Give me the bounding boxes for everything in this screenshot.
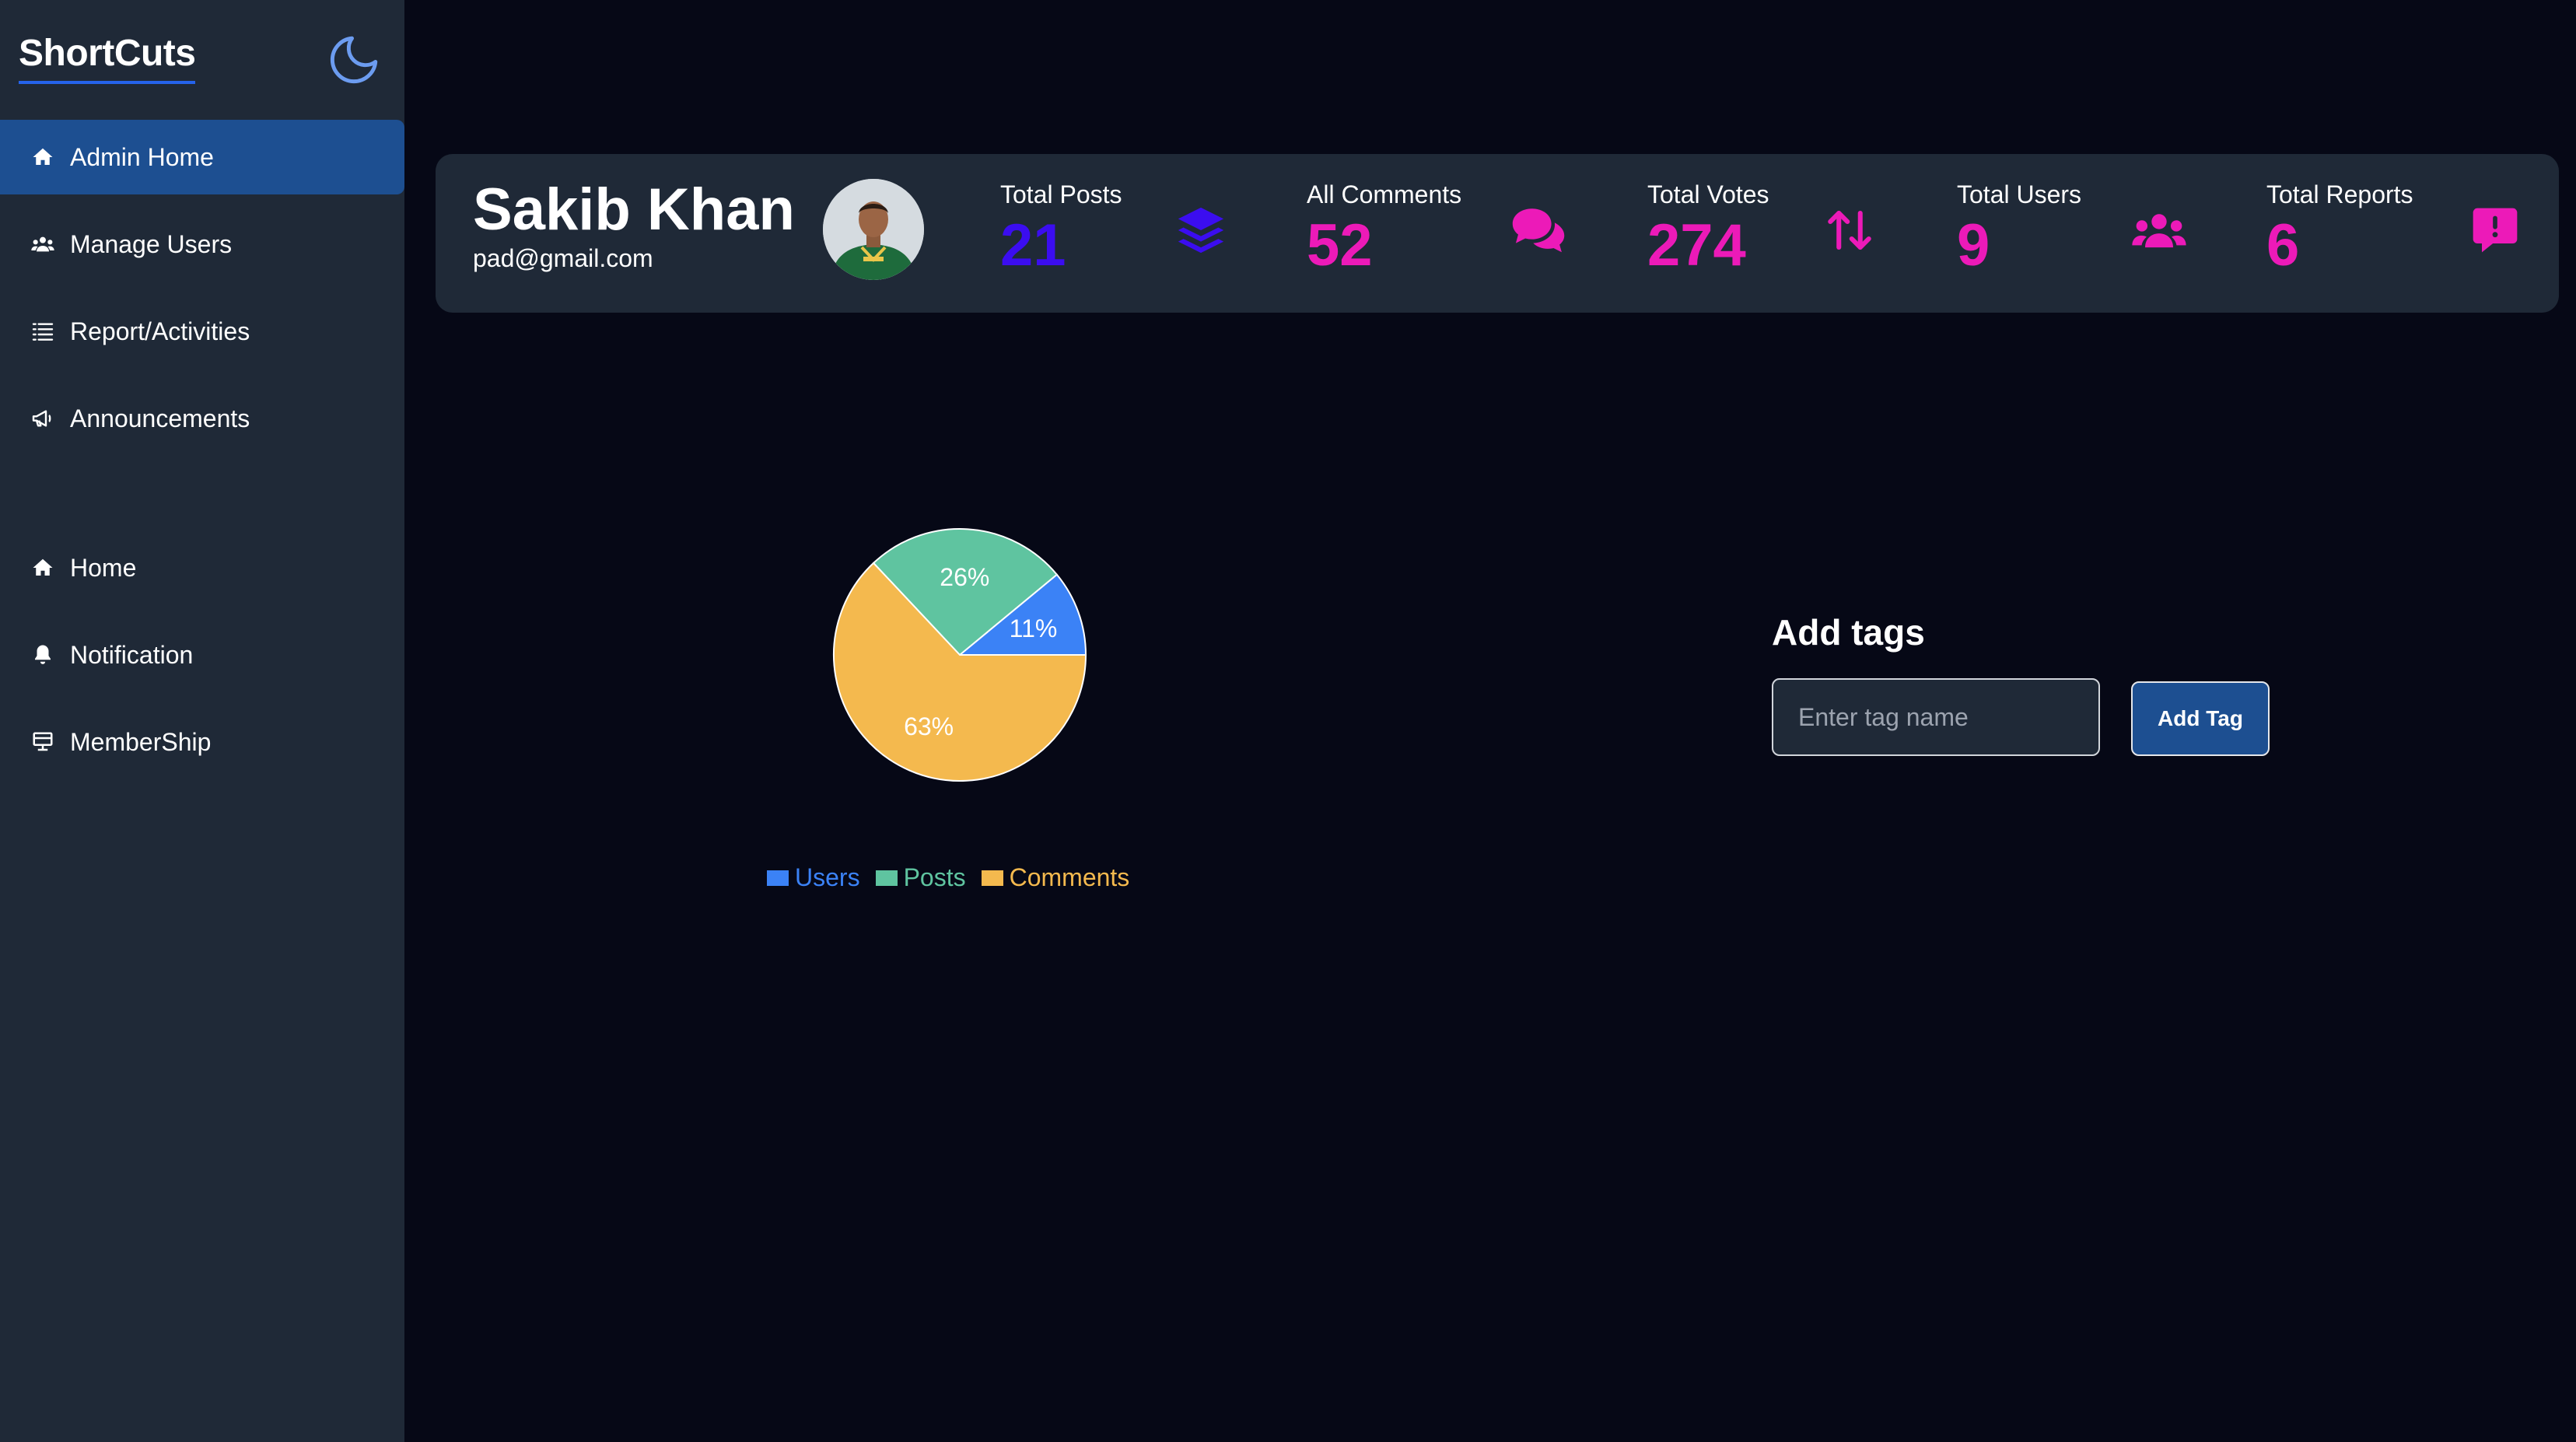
stat-label: Total Users (1957, 180, 2082, 208)
stat-value: 274 (1647, 212, 1746, 278)
stat-label: Total Reports (2266, 180, 2413, 208)
bell-icon (30, 642, 56, 668)
megaphone-icon (30, 405, 56, 432)
add-tags-title: Add tags (1772, 612, 1925, 653)
admin-nav: Admin Home Manage Users Report/Activitie… (0, 120, 404, 468)
card-icon (30, 729, 56, 755)
legend-label-comments: Comments (1009, 863, 1130, 891)
sidebar-item-label: Report/Activities (70, 317, 250, 345)
sidebar-header: ShortCuts (0, 0, 404, 117)
sidebar-item-label: Notification (70, 640, 194, 669)
sidebar-item-home[interactable]: Home (0, 530, 404, 605)
sidebar-item-label: Admin Home (70, 142, 214, 171)
tag-name-input[interactable] (1772, 678, 2100, 756)
sidebar-item-announcements[interactable]: Announcements (0, 381, 404, 456)
pie-label-posts: 26% (940, 563, 989, 591)
legend-item-posts[interactable]: Posts (875, 863, 966, 892)
home-icon (30, 555, 56, 581)
sidebar-item-label: Home (70, 553, 137, 582)
layers-icon (1173, 202, 1229, 258)
pie-chart-svg: 11% 26% 63% (833, 528, 1087, 782)
avatar (823, 179, 924, 280)
home-icon (30, 144, 56, 170)
moon-icon[interactable] (325, 31, 383, 89)
legend-swatch-posts (875, 870, 898, 886)
stat-label: Total Votes (1647, 180, 1769, 208)
chart-legend: Users Posts Comments (767, 863, 1145, 892)
app-logo[interactable]: ShortCuts (19, 33, 196, 84)
sidebar-item-label: MemberShip (70, 727, 212, 756)
sidebar: ShortCuts Admin Home Manage Users Report… (0, 0, 404, 1442)
pie-chart: 11% 26% 63% (762, 513, 1167, 918)
legend-label-users: Users (795, 863, 860, 891)
sidebar-item-admin-home[interactable]: Admin Home (0, 120, 404, 194)
stats-card: Sakib Khan pad@gmail.com Total Posts 21 … (436, 154, 2559, 313)
stat-value: 52 (1307, 212, 1373, 278)
stat-label: All Comments (1307, 180, 1462, 208)
sidebar-item-notification[interactable]: Notification (0, 618, 404, 692)
pie-label-users: 11% (1010, 614, 1058, 642)
legend-swatch-users (767, 870, 789, 886)
stat-label: Total Posts (1000, 180, 1122, 208)
profile-email: pad@gmail.com (473, 244, 653, 272)
users-group-icon (2131, 202, 2187, 258)
legend-label-posts: Posts (903, 863, 966, 891)
list-icon (30, 318, 56, 345)
legend-swatch-comments (981, 870, 1003, 886)
stat-value: 9 (1957, 212, 1990, 278)
comments-icon (1510, 202, 1566, 258)
legend-item-comments[interactable]: Comments (981, 863, 1130, 892)
user-nav: Home Notification MemberShip (0, 530, 404, 792)
alert-message-icon (2467, 202, 2523, 258)
stat-value: 21 (1000, 212, 1066, 278)
add-tag-button[interactable]: Add Tag (2131, 681, 2270, 756)
sidebar-item-membership[interactable]: MemberShip (0, 705, 404, 779)
sidebar-item-label: Announcements (70, 404, 250, 432)
sidebar-item-manage-users[interactable]: Manage Users (0, 207, 404, 282)
pie-label-comments: 63% (904, 712, 954, 740)
stat-value: 6 (2266, 212, 2300, 278)
sidebar-item-report-activities[interactable]: Report/Activities (0, 294, 404, 369)
legend-item-users[interactable]: Users (767, 863, 860, 892)
arrows-up-down-icon (1822, 202, 1878, 258)
profile-name: Sakib Khan (473, 177, 795, 243)
users-icon (30, 231, 56, 257)
sidebar-item-label: Manage Users (70, 229, 233, 258)
